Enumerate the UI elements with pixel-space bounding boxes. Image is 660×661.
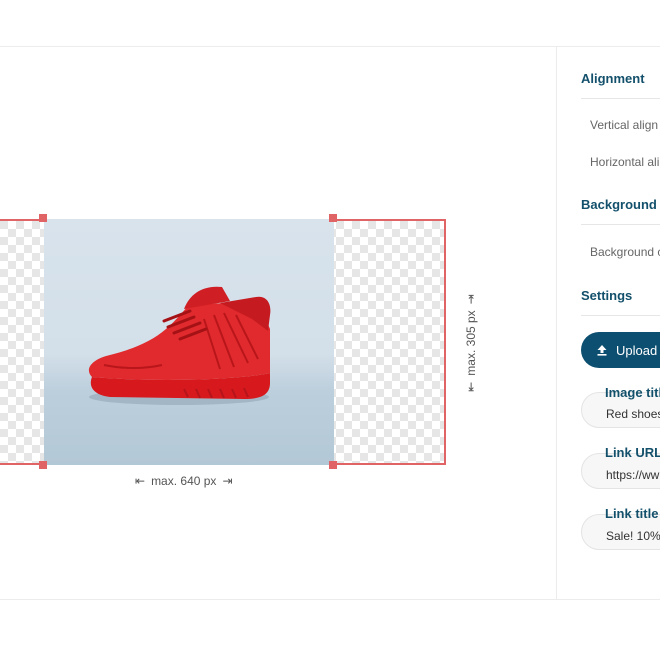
image-title-label: Image titl: [605, 385, 660, 400]
top-toolbar: [0, 0, 660, 47]
divider: [581, 224, 660, 225]
vertical-align-label[interactable]: Vertical align: [590, 118, 658, 132]
background-color-label[interactable]: Background c: [590, 245, 660, 259]
background-heading: Background: [581, 197, 657, 212]
upload-icon: [597, 345, 607, 356]
link-title-label: Link title (: [605, 506, 660, 521]
settings-heading: Settings: [581, 288, 633, 303]
product-image[interactable]: [44, 219, 334, 465]
arrow-down-icon: ⇤: [464, 381, 478, 392]
sneaker-illustration: [88, 286, 271, 405]
max-width-indicator: ⇤ max. 640 px ⇥: [135, 474, 233, 488]
arrow-right-icon: ⇥: [222, 474, 233, 488]
horizontal-align-label[interactable]: Horizontal ali: [590, 155, 659, 169]
divider: [581, 98, 660, 99]
alignment-heading: Alignment: [581, 71, 645, 86]
link-url-label: Link URL: [605, 445, 660, 460]
divider: [581, 315, 660, 316]
max-width-label: max. 640 px: [151, 474, 217, 488]
max-height-label: max. 305 px: [464, 310, 478, 376]
arrow-up-icon: ⇥: [464, 294, 478, 305]
resize-handle-bottom-left[interactable]: [39, 461, 47, 469]
resize-handle-top-left[interactable]: [39, 214, 47, 222]
upload-button[interactable]: Upload: [581, 332, 660, 368]
settings-panel: Alignment Vertical align Horizontal ali …: [556, 47, 660, 599]
upload-label: Upload: [616, 342, 658, 358]
resize-handle-bottom-right[interactable]: [329, 461, 337, 469]
max-height-indicator: ⇤ max. 305 px ⇥: [464, 289, 478, 397]
bottom-bar: [0, 599, 660, 661]
arrow-left-icon: ⇤: [135, 474, 146, 488]
resize-handle-top-right[interactable]: [329, 214, 337, 222]
